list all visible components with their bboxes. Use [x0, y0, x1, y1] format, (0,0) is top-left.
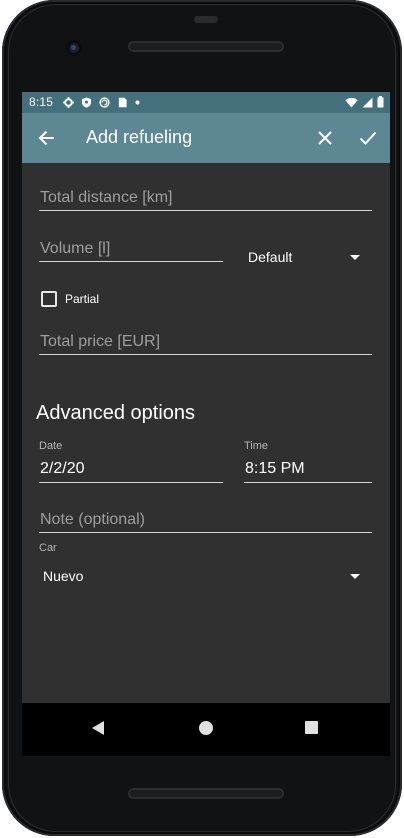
wifi-icon — [345, 97, 358, 107]
dot-icon — [135, 100, 140, 105]
system-nav-bar — [22, 703, 390, 756]
page-title: Add refueling — [86, 127, 193, 147]
close-icon — [318, 131, 332, 145]
top-speaker — [128, 41, 284, 52]
car-label: Car — [39, 542, 57, 554]
car-value: Nuevo — [43, 568, 84, 584]
partial-checkbox[interactable] — [41, 291, 57, 307]
time-label: Time — [244, 440, 269, 452]
nav-recents-icon[interactable] — [305, 721, 318, 734]
screen: 8:15 Add refueling Total distance [km] V… — [22, 92, 390, 756]
dropdown-arrow-icon — [350, 255, 360, 260]
status-notification-icons — [63, 95, 140, 110]
total-distance-field[interactable]: Total distance [km] — [39, 183, 372, 211]
bottom-speaker — [128, 788, 284, 799]
date-label: Date — [39, 440, 63, 452]
total-price-placeholder: Total price [EUR] — [40, 333, 161, 350]
volume-unit-dropdown[interactable]: Default — [248, 243, 360, 271]
date-field[interactable]: 2/2/20 — [39, 455, 223, 483]
gear-icon — [63, 97, 74, 108]
time-field[interactable]: 8:15 PM — [244, 455, 372, 483]
note-field[interactable]: Note (optional) — [39, 505, 372, 533]
date-value: 2/2/20 — [40, 460, 85, 477]
cell-signal-icon — [362, 97, 373, 107]
battery-icon — [377, 96, 384, 108]
shield-icon — [81, 97, 92, 108]
check-icon — [359, 131, 377, 145]
form-content: Total distance [km] Volume [l] Default P… — [22, 163, 390, 703]
volume-placeholder: Volume [l] — [40, 240, 111, 257]
sim-icon — [118, 97, 127, 108]
phone-frame: 8:15 Add refueling Total distance [km] V… — [2, 0, 402, 836]
partial-label: Partial — [65, 292, 100, 306]
nav-back-icon[interactable] — [92, 721, 104, 735]
volume-field[interactable]: Volume [l] — [39, 234, 223, 262]
app-bar: Add refueling — [22, 113, 390, 163]
car-dropdown[interactable]: Nuevo — [43, 562, 360, 590]
status-time: 8:15 — [29, 95, 54, 109]
partial-checkbox-row[interactable]: Partial — [41, 289, 99, 309]
nav-home-icon[interactable] — [199, 721, 213, 735]
total-price-field[interactable]: Total price [EUR] — [39, 327, 372, 355]
dropdown-arrow-icon — [350, 574, 360, 579]
advanced-options-title: Advanced options — [36, 402, 196, 424]
note-placeholder: Note (optional) — [40, 511, 145, 528]
sync-icon — [99, 97, 110, 108]
earpiece — [194, 16, 218, 23]
time-value: 8:15 PM — [245, 460, 305, 477]
back-button[interactable] — [34, 125, 60, 151]
close-button[interactable] — [312, 125, 338, 151]
arrow-back-icon — [38, 130, 54, 146]
volume-unit-value: Default — [248, 249, 293, 265]
status-bar: 8:15 — [22, 92, 390, 113]
status-system-icons — [345, 96, 384, 108]
confirm-button[interactable] — [355, 125, 381, 151]
front-camera — [66, 40, 82, 56]
total-distance-placeholder: Total distance [km] — [40, 189, 173, 206]
